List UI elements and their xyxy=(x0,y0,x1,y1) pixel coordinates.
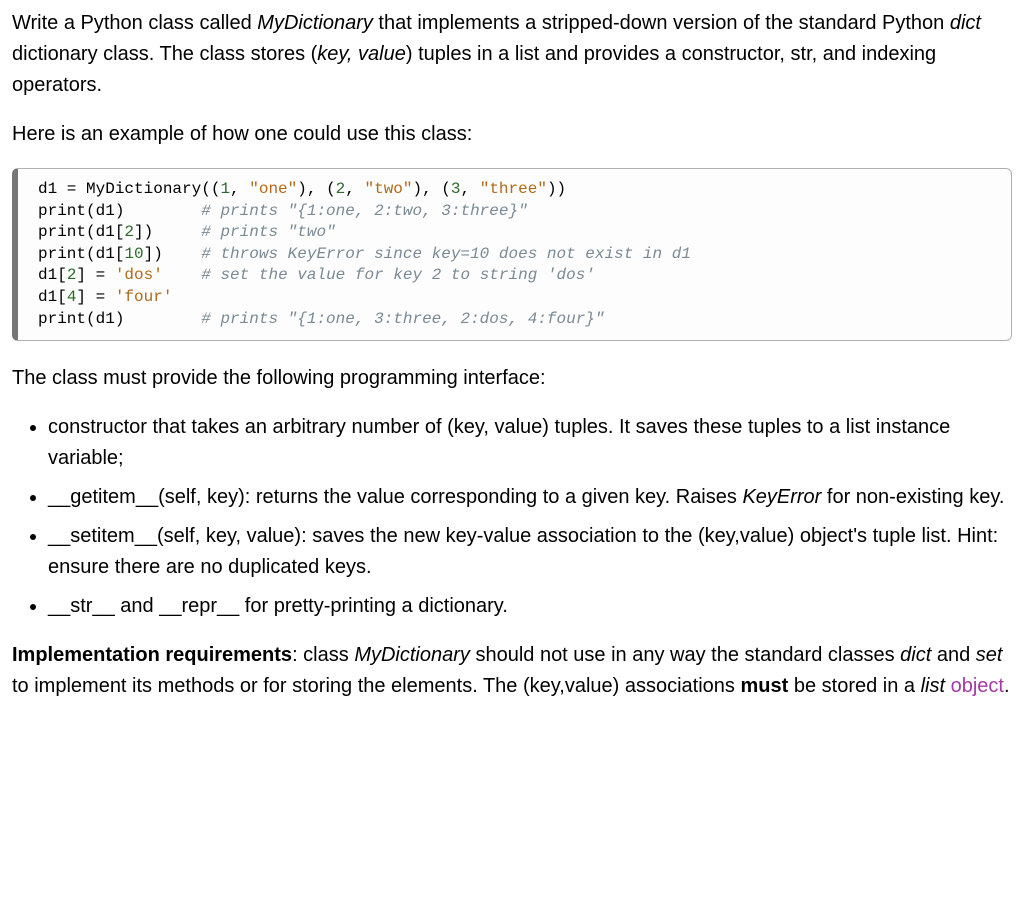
text-segment: and xyxy=(931,644,975,666)
code-token: ]) xyxy=(134,223,201,241)
text-segment: constructor that takes an arbitrary numb… xyxy=(48,416,950,469)
example-lead: Here is an example of how one could use … xyxy=(12,119,1012,150)
text-segment: for non-existing key. xyxy=(821,486,1004,508)
text-segment: . xyxy=(1004,675,1010,697)
code-token: 2 xyxy=(124,223,134,241)
code-box: d1 = MyDictionary((1, "one"), (2, "two")… xyxy=(12,168,1012,341)
code-token: ), ( xyxy=(413,180,451,198)
code-token: # prints "{1:one, 3:three, 2:dos, 4:four… xyxy=(201,310,604,328)
text-segment: should not use in any way the standard c… xyxy=(470,644,900,666)
text-segment: Write a Python class called xyxy=(12,12,257,34)
text-segment: be stored in a xyxy=(788,675,920,697)
code-token: # set the value for key 2 to string 'dos… xyxy=(201,266,595,284)
code-token: "three" xyxy=(480,180,547,198)
text-segment: key, value xyxy=(317,43,406,65)
code-token: # throws KeyError since key=10 does not … xyxy=(201,245,691,263)
text-segment: dictionary class. The class stores ( xyxy=(12,43,317,65)
code-token: "two" xyxy=(364,180,412,198)
text-segment: __getitem__(self, key): returns the valu… xyxy=(48,486,742,508)
code-token: 'dos' xyxy=(115,266,163,284)
text-segment: MyDictionary xyxy=(257,12,373,34)
text-segment: dict xyxy=(900,644,931,666)
code-token: "one" xyxy=(249,180,297,198)
text-segment: : class xyxy=(292,644,354,666)
code-token: d1[ xyxy=(38,266,67,284)
list-item: __str__ and __repr__ for pretty-printing… xyxy=(48,591,1012,622)
code-token: print(d1[ xyxy=(38,245,124,263)
interface-bullets: constructor that takes an arbitrary numb… xyxy=(12,412,1012,622)
code-token: d1[ xyxy=(38,288,67,306)
list-item: constructor that takes an arbitrary numb… xyxy=(48,412,1012,474)
code-token xyxy=(163,266,201,284)
code-token: ), ( xyxy=(297,180,335,198)
code-token: ] = xyxy=(76,266,114,284)
code-token: print(d1[ xyxy=(38,223,124,241)
code-token: 2 xyxy=(67,266,77,284)
code-token: d1 = MyDictionary(( xyxy=(38,180,220,198)
text-segment: __str__ and __repr__ for pretty-printing… xyxy=(48,595,508,617)
text-segment: must xyxy=(740,675,788,697)
code-token: print(d1) xyxy=(38,202,201,220)
text-segment: MyDictionary xyxy=(354,644,470,666)
code-token: 'four' xyxy=(115,288,173,306)
code-token: 1 xyxy=(220,180,230,198)
text-segment: object xyxy=(951,675,1004,697)
intro-paragraph: Write a Python class called MyDictionary… xyxy=(12,8,1012,101)
code-content: d1 = MyDictionary((1, "one"), (2, "two")… xyxy=(38,179,997,330)
code-token: , xyxy=(230,180,249,198)
code-token: # prints "{1:one, 2:two, 3:three}" xyxy=(201,202,527,220)
code-token: 4 xyxy=(67,288,77,306)
code-token: 2 xyxy=(336,180,346,198)
text-segment: to implement its methods or for storing … xyxy=(12,675,740,697)
text-segment: that implements a stripped-down version … xyxy=(373,12,950,34)
code-token: ] = xyxy=(76,288,114,306)
text-segment: Implementation requirements xyxy=(12,644,292,666)
text-segment: dict xyxy=(950,12,981,34)
text-segment: KeyError xyxy=(742,486,821,508)
list-item: __setitem__(self, key, value): saves the… xyxy=(48,521,1012,583)
code-token: # prints "two" xyxy=(201,223,335,241)
text-segment: list xyxy=(921,675,945,697)
code-token: 3 xyxy=(451,180,461,198)
list-item: __getitem__(self, key): returns the valu… xyxy=(48,482,1012,513)
code-token: , xyxy=(345,180,364,198)
code-token: 10 xyxy=(124,245,143,263)
code-token: )) xyxy=(547,180,566,198)
text-segment: set xyxy=(976,644,1003,666)
text-segment: __setitem__(self, key, value): saves the… xyxy=(48,525,998,578)
code-token: , xyxy=(461,180,480,198)
implementation-requirements: Implementation requirements: class MyDic… xyxy=(12,640,1012,702)
code-token: ]) xyxy=(144,245,202,263)
interface-lead: The class must provide the following pro… xyxy=(12,363,1012,394)
code-token: print(d1) xyxy=(38,310,201,328)
